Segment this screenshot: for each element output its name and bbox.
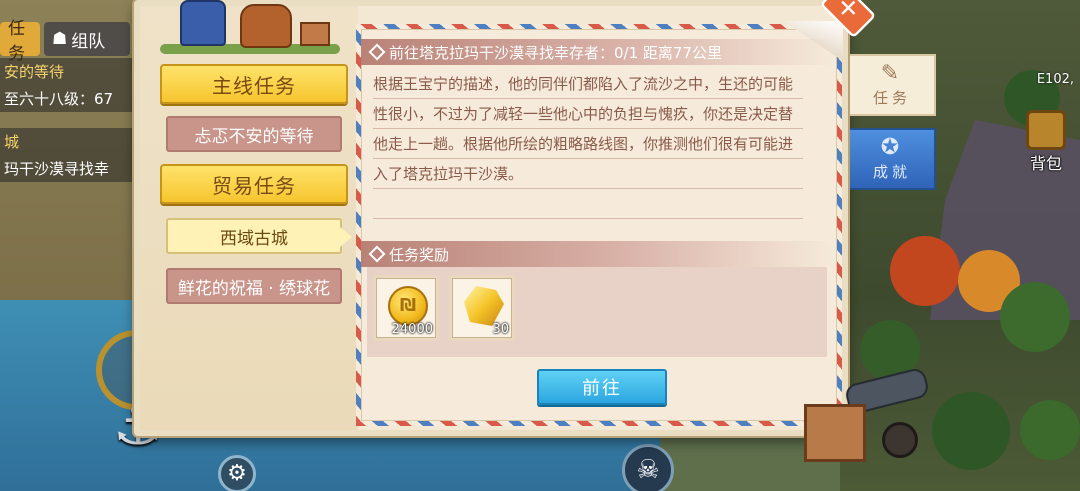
tracker-tab-team[interactable]: ☗ 组队 <box>44 22 130 56</box>
medal-icon: ✪ <box>880 134 904 160</box>
reward-list: ₪ 24000 30 <box>367 267 827 357</box>
tree <box>890 236 960 306</box>
reward-item-gold[interactable]: ₪ 24000 <box>373 275 439 341</box>
goto-button[interactable]: 前往 <box>537 369 667 405</box>
category-main-quest[interactable]: 主线任务 <box>160 64 348 104</box>
tab-task[interactable]: ✎ 任务 <box>850 54 936 116</box>
header-decoration <box>160 0 340 54</box>
quest-item[interactable]: 鲜花的祝福 · 绣球花 <box>166 268 342 304</box>
quest-item[interactable]: 忐忑不安的等待 <box>166 116 342 152</box>
backpack-button[interactable]: 背包 <box>1018 110 1074 176</box>
tracker-quest-detail[interactable]: 至六十八级：67 <box>0 85 132 112</box>
tree <box>932 392 1010 470</box>
diamond-icon <box>368 43 386 61</box>
crate-icon <box>300 22 330 46</box>
gear-icon[interactable]: ⚙ <box>218 455 256 491</box>
backpack-icon <box>1026 110 1066 150</box>
backpack-illustration-icon <box>240 4 292 48</box>
quest-tracker: 任务 ☗ 组队 安的等待 至六十八级：67 城 玛干沙漠寻找幸 <box>0 19 132 182</box>
reward-item-gem[interactable]: 30 <box>449 275 515 341</box>
quest-list-column: 主线任务 忐忑不安的等待 贸易任务 西域古城 鲜花的祝福 · 绣球花 <box>140 0 358 430</box>
task-panel: 主线任务 忐忑不安的等待 贸易任务 西域古城 鲜花的祝福 · 绣球花 前往塔克拉… <box>134 0 848 436</box>
cannon-icon <box>804 366 931 464</box>
pirate-skull-icon[interactable]: ☠ <box>622 444 674 491</box>
category-trade-quest[interactable]: 贸易任务 <box>160 164 348 204</box>
gold-gem-icon <box>464 286 504 326</box>
quest-title: 前往塔克拉玛干沙漠寻找幸存者：0/1 距离77公里 <box>389 43 722 62</box>
feather-icon: ✎ <box>880 60 904 86</box>
quest-title-bar: 前往塔克拉玛干沙漠寻找幸存者：0/1 距离77公里 <box>361 39 837 65</box>
tracker-tab-task[interactable]: 任务 <box>0 19 40 64</box>
quest-description: 根据王宝宁的描述，他的同伴们都陷入了流沙之中，生还的可能性很小，不过为了减轻一些… <box>373 75 794 183</box>
map-coordinate-label: E102, <box>1036 72 1074 87</box>
tracker-quest-title[interactable]: 安的等待 <box>0 58 132 85</box>
diamond-icon <box>368 245 386 263</box>
tracker-quest-detail[interactable]: 玛干沙漠寻找幸 <box>0 155 132 182</box>
quest-item-selected[interactable]: 西域古城 <box>166 218 352 254</box>
reward-header: 任务奖励 <box>361 241 837 267</box>
tab-achievement[interactable]: ✪ 成就 <box>850 128 936 190</box>
close-icon: ✕ <box>838 0 859 24</box>
tree <box>1000 282 1070 352</box>
quest-detail-card: 前往塔克拉玛干沙漠寻找幸存者：0/1 距离77公里 根据王宝宁的描述，他的同伴们… <box>356 21 843 426</box>
knight-icon <box>180 0 226 46</box>
tree <box>1020 400 1080 460</box>
team-icon: ☗ <box>52 29 68 49</box>
tracker-quest-title[interactable]: 城 <box>0 128 132 155</box>
gold-coin-icon: ₪ <box>388 286 428 326</box>
